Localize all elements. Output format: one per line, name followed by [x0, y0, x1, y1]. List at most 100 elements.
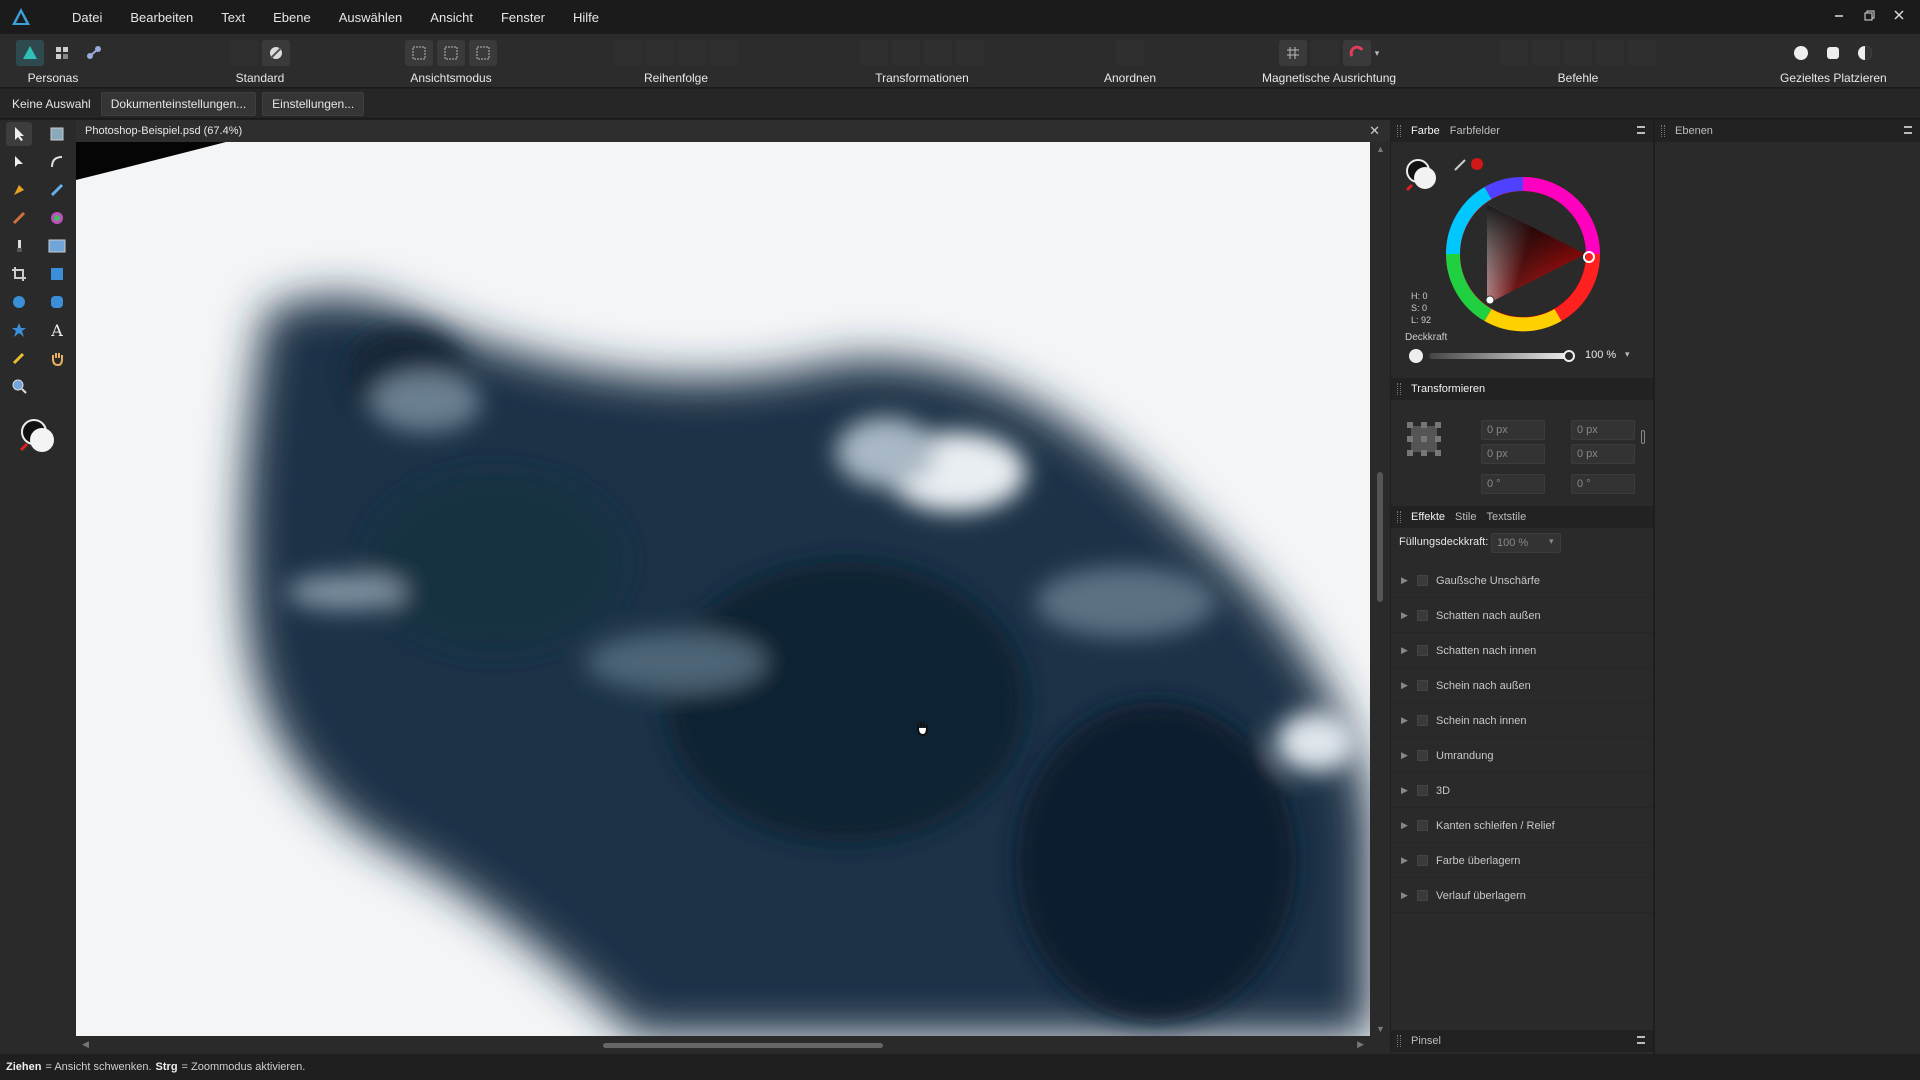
color-swatch-fill-stroke-icon[interactable] [1403, 156, 1443, 199]
menu-ebene[interactable]: Ebene [259, 10, 325, 25]
effect-row-outer-glow[interactable]: ▶ Schein nach außen [1391, 669, 1653, 703]
rotate-right-icon[interactable] [956, 40, 984, 66]
expand-arrow-icon[interactable]: ▶ [1401, 855, 1409, 866]
order-forward-icon[interactable] [678, 40, 706, 66]
expand-arrow-icon[interactable]: ▶ [1401, 785, 1409, 796]
command-icon-4[interactable] [1596, 40, 1624, 66]
zoom-tool-icon[interactable] [6, 374, 32, 398]
scroll-right-icon[interactable]: ▶ [1357, 1039, 1364, 1050]
settings-button[interactable]: Einstellungen... [262, 91, 365, 116]
anchor-point-grid[interactable] [1407, 422, 1441, 456]
expand-arrow-icon[interactable]: ▶ [1401, 890, 1409, 901]
flip-horizontal-icon[interactable] [860, 40, 888, 66]
menu-hilfe[interactable]: Hilfe [559, 10, 613, 25]
close-document-icon[interactable]: ✕ [1369, 123, 1380, 139]
panel-grip-icon[interactable] [1397, 383, 1401, 395]
scroll-left-icon[interactable]: ◀ [82, 1039, 89, 1050]
order-backward-icon[interactable] [646, 40, 674, 66]
effect-row-outer-shadow[interactable]: ▶ Schatten nach außen [1391, 599, 1653, 633]
place-icon-2[interactable] [1819, 40, 1847, 66]
tab-effekte[interactable]: Effekte [1411, 511, 1445, 523]
vertical-scrollbar[interactable]: ▲ ▼ [1370, 142, 1390, 1036]
arrange-icon[interactable] [1116, 40, 1145, 66]
rotate-left-icon[interactable] [924, 40, 952, 66]
effect-checkbox[interactable] [1417, 820, 1428, 831]
color-wheel[interactable] [1443, 174, 1603, 337]
hand-tool-icon[interactable] [44, 346, 70, 370]
effect-checkbox[interactable] [1417, 785, 1428, 796]
effect-row-3d[interactable]: ▶ 3D [1391, 774, 1653, 808]
magnet-icon[interactable] [1342, 40, 1371, 66]
effect-row-gradient-overlay[interactable]: ▶ Verlauf überlagern [1391, 879, 1653, 913]
transform-w-field[interactable]: 0 px [1571, 420, 1635, 440]
view-mode-icon-1[interactable] [405, 40, 433, 66]
restore-icon[interactable] [1854, 0, 1884, 30]
standard-icon-2[interactable] [262, 40, 290, 66]
panel-menu-icon[interactable] [1637, 1036, 1645, 1044]
magnet-dropdown-icon[interactable]: ▾ [1375, 48, 1380, 59]
effect-checkbox[interactable] [1417, 890, 1428, 901]
document-tab[interactable]: Photoshop-Beispiel.psd (67.4%) ✕ [76, 120, 1390, 142]
effect-checkbox[interactable] [1417, 645, 1428, 656]
transform-rotation-field[interactable]: 0 ° [1481, 474, 1545, 494]
close-window-icon[interactable] [1884, 0, 1914, 30]
menu-bearbeiten[interactable]: Bearbeiten [116, 10, 207, 25]
opacity-slider-thumb[interactable] [1563, 350, 1575, 362]
command-icon-5[interactable] [1628, 40, 1656, 66]
effect-row-inner-shadow[interactable]: ▶ Schatten nach innen [1391, 634, 1653, 668]
rectangle-tool-icon[interactable] [44, 262, 70, 286]
command-icon-2[interactable] [1532, 40, 1560, 66]
standard-icon-1[interactable] [230, 40, 258, 66]
layers-title[interactable]: Ebenen [1675, 125, 1713, 137]
effect-row-bevel-emboss[interactable]: ▶ Kanten schleifen / Relief [1391, 809, 1653, 843]
transform-x-field[interactable]: 0 px [1481, 420, 1545, 440]
transform-shear-field[interactable]: 0 ° [1571, 474, 1635, 494]
effect-row-inner-glow[interactable]: ▶ Schein nach innen [1391, 704, 1653, 738]
tab-farbfelder[interactable]: Farbfelder [1450, 125, 1500, 137]
menu-ansicht[interactable]: Ansicht [416, 10, 487, 25]
scroll-down-icon[interactable]: ▼ [1376, 1024, 1385, 1034]
opacity-value[interactable]: 100 % [1585, 349, 1616, 361]
place-icon-3[interactable] [1851, 40, 1879, 66]
document-settings-button[interactable]: Dokumenteinstellungen... [100, 91, 257, 116]
effect-row-gaussian-blur[interactable]: ▶ Gaußsche Unschärfe [1391, 564, 1653, 598]
vector-brush-tool-icon[interactable] [6, 206, 32, 230]
corner-tool-icon[interactable] [44, 150, 70, 174]
command-icon-3[interactable] [1564, 40, 1592, 66]
expand-arrow-icon[interactable]: ▶ [1401, 715, 1409, 726]
brush-title[interactable]: Pinsel [1411, 1035, 1441, 1047]
effect-row-color-overlay[interactable]: ▶ Farbe überlagern [1391, 844, 1653, 878]
horizontal-scroll-thumb[interactable] [603, 1043, 883, 1048]
artboard-tool-icon[interactable] [44, 122, 70, 146]
pixel-persona-icon[interactable] [48, 40, 76, 66]
order-front-icon[interactable] [710, 40, 738, 66]
command-icon-1[interactable] [1500, 40, 1528, 66]
panel-grip-icon[interactable] [1397, 511, 1401, 523]
minimize-icon[interactable] [1824, 0, 1854, 30]
panel-grip-icon[interactable] [1661, 125, 1665, 137]
tab-stile[interactable]: Stile [1455, 511, 1476, 523]
panel-menu-icon[interactable] [1904, 126, 1912, 134]
expand-arrow-icon[interactable]: ▶ [1401, 680, 1409, 691]
tab-textstile[interactable]: Textstile [1486, 511, 1526, 523]
effect-checkbox[interactable] [1417, 715, 1428, 726]
opacity-slider[interactable] [1429, 353, 1569, 359]
transform-y-field[interactable]: 0 px [1481, 444, 1545, 464]
current-color-dot[interactable] [1471, 158, 1483, 170]
view-mode-icon-2[interactable] [437, 40, 465, 66]
document-canvas[interactable] [76, 142, 1370, 1036]
flip-vertical-icon[interactable] [892, 40, 920, 66]
scroll-up-icon[interactable]: ▲ [1376, 144, 1385, 154]
menu-fenster[interactable]: Fenster [487, 10, 559, 25]
color-swatches-icon[interactable] [18, 416, 58, 456]
export-persona-icon[interactable] [80, 40, 108, 66]
designer-persona-icon[interactable] [16, 40, 44, 66]
star-tool-icon[interactable] [6, 318, 32, 342]
node-tool-icon[interactable] [6, 150, 32, 174]
expand-arrow-icon[interactable]: ▶ [1401, 750, 1409, 761]
fill-opacity-dropdown-icon[interactable]: ▾ [1549, 536, 1554, 547]
color-picker-tool-icon[interactable] [6, 346, 32, 370]
effect-row-outline[interactable]: ▶ Umrandung [1391, 739, 1653, 773]
tab-farbe[interactable]: Farbe [1411, 125, 1440, 137]
effect-checkbox[interactable] [1417, 575, 1428, 586]
